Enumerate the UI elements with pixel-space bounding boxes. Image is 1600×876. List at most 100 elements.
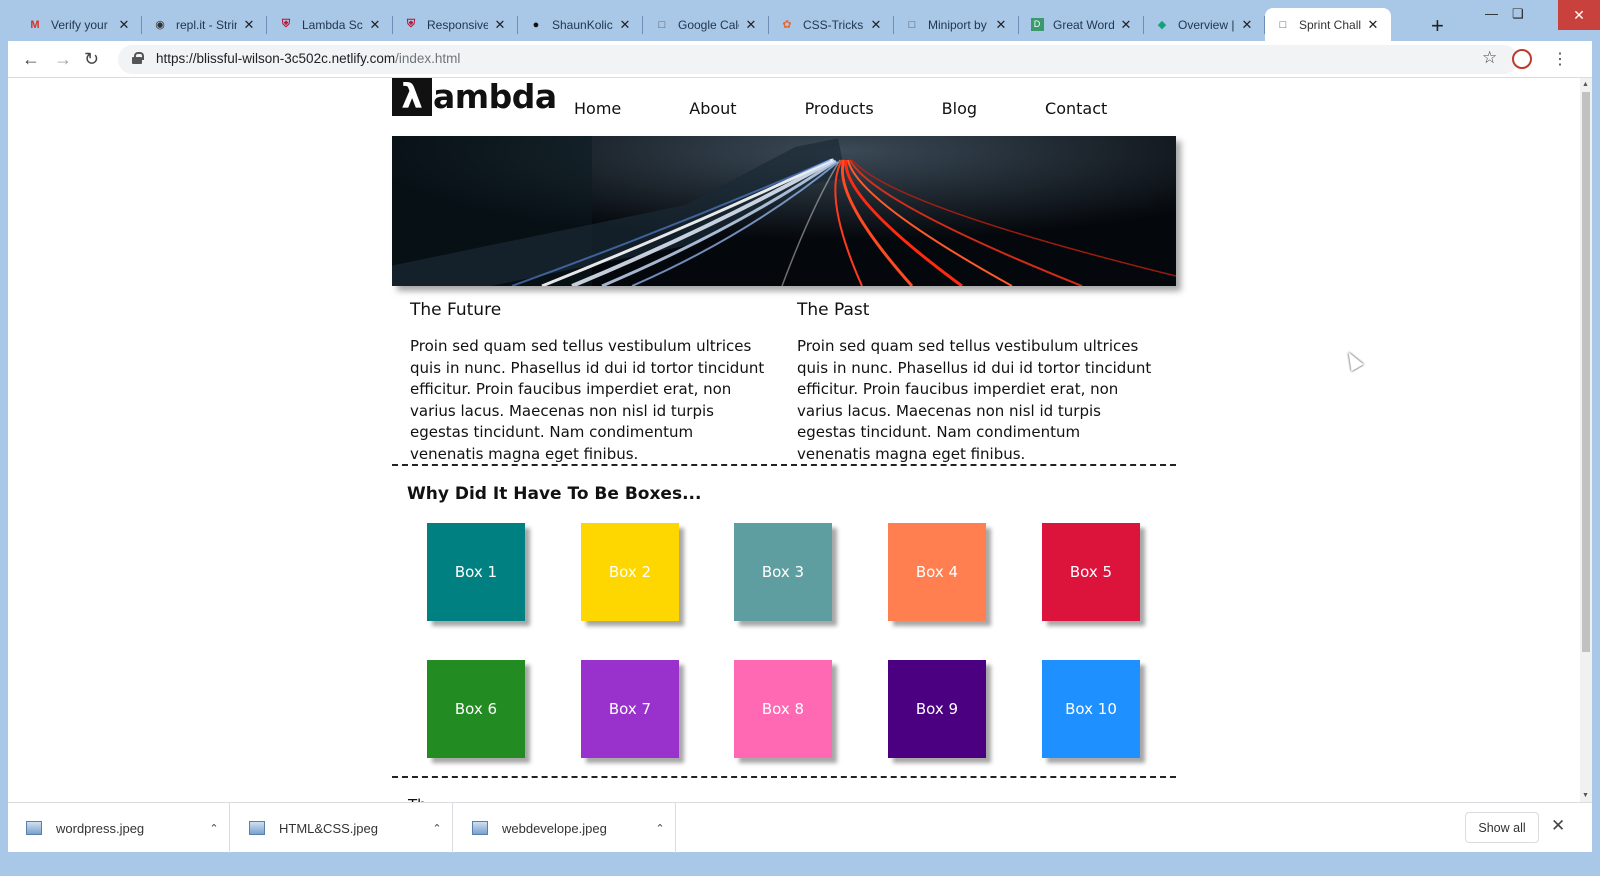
image-file-icon — [249, 821, 265, 835]
new-tab-icon[interactable]: + — [1431, 13, 1444, 39]
lambda-shield-icon: ⛨ — [406, 18, 416, 30]
browser-tab[interactable]: ◉ repl.it - Strin ✕ — [142, 8, 267, 41]
chevron-up-icon[interactable]: ⌃ — [199, 822, 229, 835]
color-box-9: Box 9 — [888, 660, 986, 758]
lambda-shield-icon: ⛨ — [281, 18, 291, 30]
download-item[interactable]: wordpress.jpeg ⌃ — [8, 803, 230, 853]
browser-tab[interactable]: ⛨ Lambda Sch ✕ — [268, 8, 393, 41]
tab-title: Overview | L — [1178, 17, 1235, 32]
tab-separator — [642, 16, 643, 34]
tab-close-icon[interactable]: ✕ — [617, 17, 633, 33]
lambda-logo[interactable]: λ ambda — [392, 78, 557, 116]
tab-title: repl.it - Strin — [176, 17, 237, 32]
nav-link-blog[interactable]: Blog — [942, 99, 977, 118]
download-item[interactable]: webdevelope.jpeg ⌃ — [454, 803, 676, 853]
bookmark-star-icon[interactable]: ☆ — [1482, 48, 1497, 68]
nav-link-contact[interactable]: Contact — [1045, 99, 1107, 118]
color-box-4: Box 4 — [888, 523, 986, 621]
download-item[interactable]: HTML&CSS.jpeg ⌃ — [231, 803, 453, 853]
browser-tab[interactable]: ● ShaunKolich ✕ — [518, 8, 643, 41]
tab-title: ShaunKolich — [552, 17, 613, 32]
address-bar[interactable]: https://blissful-wilson-3c502c.netlify.c… — [118, 45, 1518, 74]
browser-tab[interactable]: ⛨ Responsive ✕ — [393, 8, 518, 41]
site-container: λ ambda Home About Products Blog Contact — [392, 78, 1176, 802]
tab-close-icon[interactable]: ✕ — [1118, 17, 1134, 33]
minimize-icon[interactable]: — — [1485, 6, 1498, 21]
extension-icon[interactable] — [1512, 49, 1532, 69]
browser-toolbar: ← → ↻ https://blissful-wilson-3c502c.net… — [8, 41, 1592, 78]
browser-tab[interactable]: □ Miniport by ✕ — [894, 8, 1019, 41]
restore-icon[interactable]: ❏ — [1512, 6, 1524, 22]
logo-text: ambda — [433, 78, 557, 116]
tab-separator — [266, 16, 267, 34]
tab-close-icon[interactable]: ✕ — [993, 17, 1009, 33]
color-box-6: Box 6 — [427, 660, 525, 758]
nav-link-about[interactable]: About — [689, 99, 736, 118]
reload-icon[interactable]: ↻ — [84, 49, 99, 70]
main-nav: Home About Products Blog Contact — [574, 99, 1175, 118]
nav-link-home[interactable]: Home — [574, 99, 621, 118]
download-filename: webdevelope.jpeg — [502, 820, 607, 836]
tab-title: Great Word — [1053, 17, 1114, 32]
tab-close-icon[interactable]: ✕ — [367, 17, 383, 33]
tab-title: Sprint Chall — [1299, 17, 1361, 32]
replit-icon: ◉ — [155, 19, 165, 31]
browser-window: M Verify your ✕ ◉ repl.it - Strin ✕ ⛨ Lambda Sc… — [0, 0, 1600, 876]
show-all-button[interactable]: Show all — [1465, 812, 1539, 843]
chevron-up-icon[interactable]: ⌃ — [645, 822, 675, 835]
download-filename: HTML&CSS.jpeg — [279, 820, 378, 836]
section-divider — [392, 776, 1176, 778]
tab-close-icon[interactable]: ✕ — [241, 17, 257, 33]
tab-title: CSS-Tricks — [803, 17, 864, 32]
browser-tab[interactable]: □ Google Cale ✕ — [644, 8, 769, 41]
browser-tab[interactable]: ✿ CSS-Tricks ✕ — [769, 8, 894, 41]
menu-kebab-icon[interactable]: ⋮ — [1552, 49, 1568, 69]
light-trails-graphic — [392, 136, 1176, 286]
lambda-mark-icon: λ — [392, 78, 432, 116]
tab-title: Google Cale — [678, 17, 739, 32]
page-scrollbar[interactable]: ▲ ▼ — [1580, 78, 1592, 802]
nav-link-products[interactable]: Products — [805, 99, 874, 118]
boxes-heading: Why Did It Have To Be Boxes... — [407, 484, 702, 504]
future-column: The Future Proin sed quam sed tellus ves… — [410, 300, 770, 465]
page-icon: □ — [908, 18, 916, 31]
tab-close-icon[interactable]: ✕ — [1365, 17, 1381, 33]
tab-strip: M Verify your ✕ ◉ repl.it - Strin ✕ ⛨ Lambda Sc… — [0, 0, 1600, 41]
color-box-2: Box 2 — [581, 523, 679, 621]
window-close-icon[interactable]: ✕ — [1558, 0, 1600, 30]
d-icon: D — [1029, 17, 1045, 33]
tab-close-icon[interactable]: ✕ — [492, 17, 508, 33]
tab-close-icon[interactable]: ✕ — [868, 17, 884, 33]
chevron-up-icon[interactable]: ⌃ — [422, 822, 452, 835]
scroll-up-icon[interactable]: ▲ — [1582, 81, 1589, 88]
hero-image — [392, 136, 1176, 286]
download-shelf: wordpress.jpeg ⌃ HTML&CSS.jpeg ⌃ webdevelope… — [8, 802, 1592, 853]
lock-icon — [132, 52, 144, 64]
tab-title: Verify your — [51, 17, 108, 32]
tab-close-icon[interactable]: ✕ — [1239, 17, 1255, 33]
browser-tab[interactable]: ◆ Overview | L ✕ — [1144, 8, 1265, 41]
url-text: https://blissful-wilson-3c502c.netlify.c… — [156, 51, 461, 66]
past-column: The Past Proin sed quam sed tellus vesti… — [797, 300, 1157, 465]
gmail-icon: M — [30, 18, 40, 31]
color-box-1: Box 1 — [427, 523, 525, 621]
back-arrow-icon[interactable]: ← — [22, 49, 40, 70]
scrollbar-thumb[interactable] — [1582, 92, 1590, 652]
color-box-10: Box 10 — [1042, 660, 1140, 758]
image-file-icon — [26, 821, 42, 835]
scroll-down-icon[interactable]: ▼ — [1582, 792, 1589, 799]
diamond-icon: ◆ — [1157, 19, 1167, 31]
content-columns: The Future Proin sed quam sed tellus ves… — [392, 300, 1176, 465]
browser-tab[interactable]: M Verify your ✕ — [17, 8, 142, 41]
close-shelf-icon[interactable]: ✕ — [1551, 816, 1565, 836]
tab-title: Responsive — [427, 17, 488, 32]
tab-title: Lambda Sch — [302, 17, 363, 32]
tab-close-icon[interactable]: ✕ — [743, 17, 759, 33]
browser-tab[interactable]: D Great Word ✕ — [1019, 8, 1144, 41]
css-tricks-icon: ✿ — [782, 19, 792, 31]
browser-tab[interactable]: □ Sprint Chall ✕ — [1265, 8, 1391, 41]
forward-arrow-icon[interactable]: → — [54, 49, 72, 70]
tab-close-icon[interactable]: ✕ — [116, 17, 132, 33]
page-viewport: λ ambda Home About Products Blog Contact — [8, 78, 1592, 802]
past-heading: The Past — [797, 300, 870, 320]
